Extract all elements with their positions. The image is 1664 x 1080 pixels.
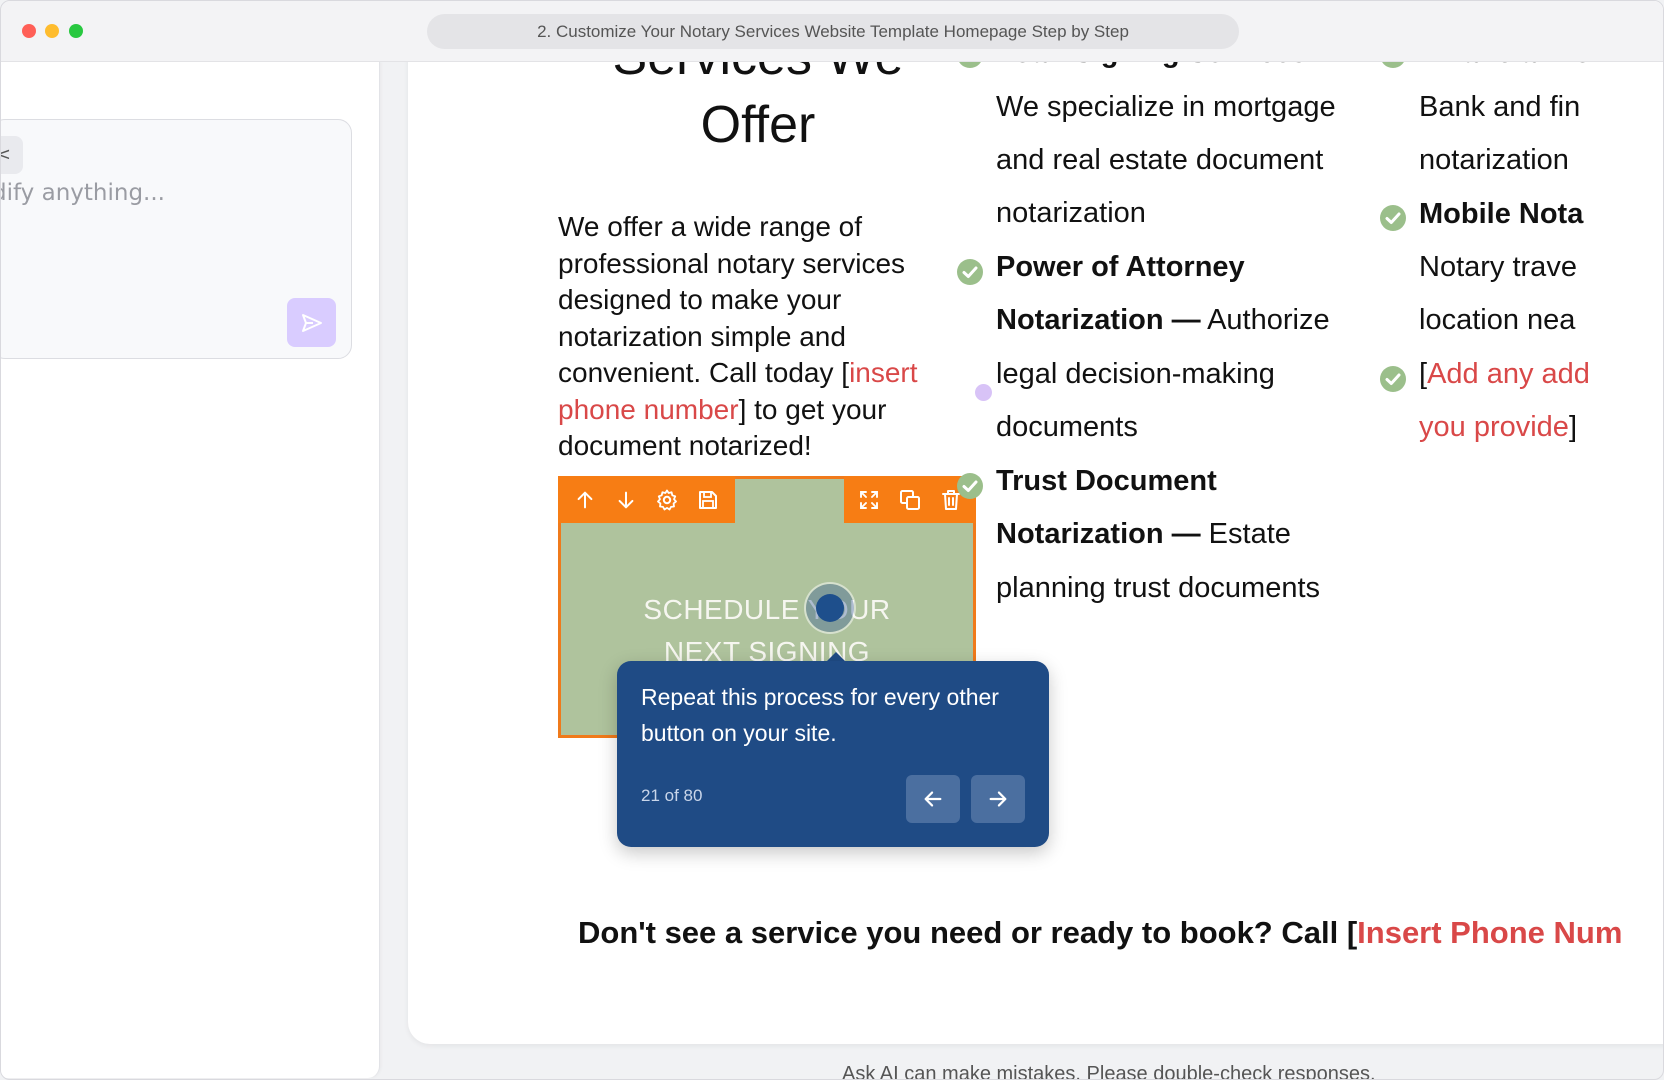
fullscreen-icon[interactable] — [854, 485, 884, 515]
move-up-icon[interactable] — [570, 485, 600, 515]
service-desc-line: planning trust documents — [996, 572, 1321, 604]
check-circle-icon — [1380, 366, 1406, 392]
service-desc-line: notarization — [1419, 144, 1569, 176]
duplicate-icon[interactable] — [895, 485, 925, 515]
click-indicator — [816, 594, 844, 622]
cta-line[interactable]: Don't see a service you need or ready to… — [578, 915, 1622, 951]
minimize-window-button[interactable] — [45, 24, 59, 38]
bracket-close: ] — [1568, 411, 1577, 443]
additional-placeholder-a: Add any add — [1427, 358, 1590, 390]
prompt-input-box[interactable]: < dify anything... — [1, 119, 352, 359]
settings-gear-icon[interactable] — [652, 485, 682, 515]
service-desc-line: location nea — [1419, 304, 1576, 336]
website-preview: Services We Offer We offer a wide range … — [408, 1, 1663, 1044]
service-desc-line: notarization — [996, 197, 1146, 229]
window-title: 2. Customize Your Notary Services Websit… — [427, 14, 1239, 49]
save-icon[interactable] — [693, 485, 723, 515]
send-button[interactable] — [287, 298, 336, 347]
service-desc-line: documents — [996, 411, 1138, 443]
next-step-button[interactable] — [971, 775, 1025, 823]
check-circle-icon — [1380, 205, 1406, 231]
arrow-left-icon — [924, 791, 942, 807]
intro-paragraph[interactable]: We offer a wide range of professional no… — [558, 209, 948, 465]
button-line-1: SCHEDULE YOUR — [643, 594, 891, 625]
browser-window: 2. Customize Your Notary Services Websit… — [0, 0, 1664, 1080]
drag-handle[interactable] — [975, 384, 992, 401]
service-title-poa-2: Notarization — Authorize — [996, 304, 1330, 337]
maximize-window-button[interactable] — [69, 24, 83, 38]
service-title-trust-b: Notarization — — [996, 518, 1201, 550]
service-desc-inline: Authorize — [1200, 304, 1330, 336]
check-circle-icon — [957, 473, 983, 499]
service-title-poa[interactable]: Power of Attorney — [996, 251, 1245, 284]
close-window-button[interactable] — [22, 24, 36, 38]
ai-chat-panel: < dify anything... — [1, 61, 380, 1078]
check-circle-icon — [957, 259, 983, 285]
service-title-trust-2: Notarization — Estate — [996, 518, 1291, 551]
service-title-mobile[interactable]: Mobile Nota — [1419, 198, 1583, 231]
service-additional[interactable]: [Add any add — [1419, 358, 1590, 391]
ai-disclaimer: Ask AI can make mistakes. Please double-… — [842, 1063, 1376, 1080]
title-bar: 2. Customize Your Notary Services Websit… — [1, 1, 1663, 62]
service-desc-line: and real estate document — [996, 144, 1324, 176]
block-toolbar-left — [558, 476, 735, 523]
service-desc-line: legal decision-making — [996, 358, 1275, 390]
cta-phone-placeholder: Insert Phone Num — [1357, 915, 1623, 950]
step-counter: 21 of 80 — [641, 786, 703, 805]
bracket-open: [ — [1419, 358, 1428, 390]
prompt-placeholder[interactable]: dify anything... — [1, 180, 165, 206]
service-desc-line: Bank and fin — [1419, 91, 1581, 123]
service-desc-line: Notary trave — [1419, 251, 1577, 283]
context-chip[interactable]: < — [1, 136, 23, 174]
heading-line-2: Offer — [700, 96, 816, 154]
send-icon — [301, 313, 322, 332]
service-additional-2: you provide] — [1419, 411, 1577, 444]
tooltip-text: Repeat this process for every other butt… — [641, 684, 999, 746]
walkthrough-tooltip: Repeat this process for every other butt… — [617, 661, 1049, 847]
service-desc-inline: Estate — [1200, 518, 1291, 550]
service-title-poa-b: Notarization — — [996, 304, 1201, 336]
additional-placeholder-b: you provide — [1419, 411, 1569, 443]
move-down-icon[interactable] — [611, 485, 641, 515]
arrow-right-icon — [989, 791, 1007, 807]
previous-step-button[interactable] — [906, 775, 960, 823]
service-desc-line: We specialize in mortgage — [996, 91, 1336, 123]
cta-text: Don't see a service you need or ready to… — [578, 915, 1358, 950]
service-title-trust[interactable]: Trust Document — [996, 465, 1217, 498]
